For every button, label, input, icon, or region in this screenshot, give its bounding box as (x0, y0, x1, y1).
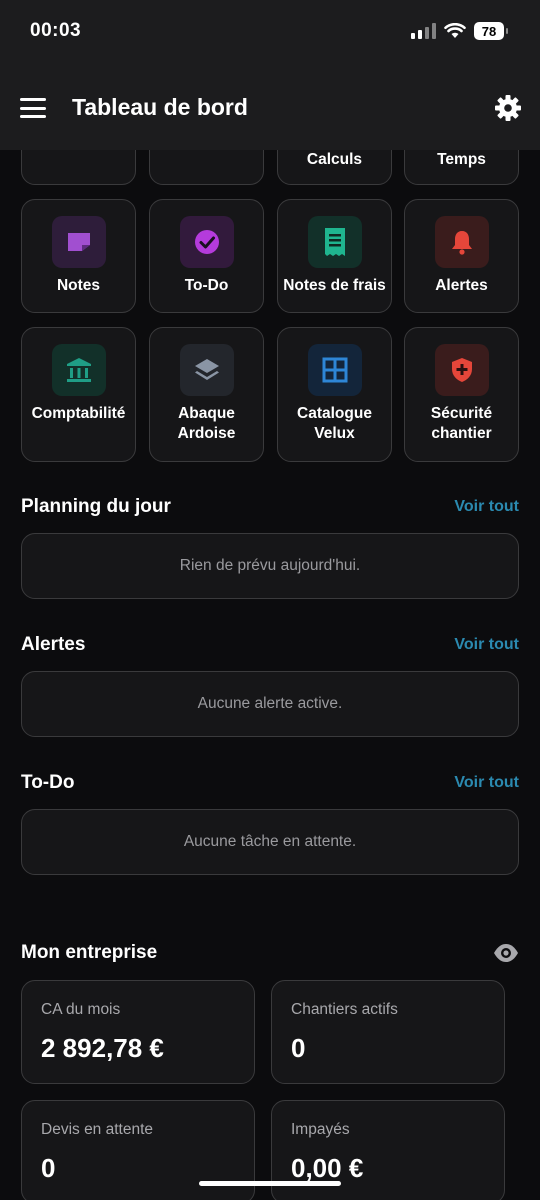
stat-label: CA du mois (41, 1001, 121, 1018)
battery-level: 78 (481, 23, 497, 39)
planning-empty-card: Rien de prévu aujourd'hui. (21, 533, 519, 599)
tile-notes-de-frais[interactable]: Notes de frais (277, 199, 392, 313)
tile-notes[interactable]: Notes (21, 199, 136, 313)
page-title: Tableau de bord (72, 94, 248, 120)
shield-plus-icon (435, 344, 489, 396)
stat-value: 0,00 € (291, 1153, 364, 1183)
tile-label: Catalogue Velux (297, 405, 372, 442)
battery-icon: 78 (474, 22, 508, 40)
stat-label: Impayés (291, 1121, 350, 1138)
planning-empty-text: Rien de prévu aujourd'hui. (179, 557, 361, 574)
tile-label: Temps (437, 151, 486, 168)
app-header: Tableau de bord (0, 80, 540, 136)
layers-icon (180, 344, 234, 396)
tile-securite-chantier[interactable]: Sécurité chantier (404, 327, 519, 462)
tile-abaque-ardoise[interactable]: Abaque Ardoise (149, 327, 264, 462)
dashboard-content: Calculs Temps Notes To-Do Notes de frais… (0, 0, 540, 1200)
todo-empty-text: Aucune tâche en attente. (183, 833, 357, 850)
tile-todo[interactable]: To-Do (149, 199, 264, 313)
tile-label: To-Do (184, 277, 229, 294)
eye-icon[interactable] (493, 942, 519, 964)
alerts-empty-card: Aucune alerte active. (21, 671, 519, 737)
tile-comptabilite[interactable]: Comptabilité (21, 327, 136, 462)
check-circle-icon (180, 216, 234, 268)
tile-label: Sécurité chantier (430, 405, 493, 442)
gear-icon[interactable] (494, 94, 522, 122)
stat-value: 0 (41, 1153, 56, 1183)
stat-card-active-sites[interactable]: Chantiers actifs 0 (271, 980, 505, 1084)
stat-label: Devis en attente (41, 1121, 154, 1138)
status-time: 00:03 (30, 20, 82, 41)
stat-value: 2 892,78 € (41, 1033, 164, 1063)
note-icon (52, 216, 106, 268)
tile-catalogue-velux[interactable]: Catalogue Velux (277, 327, 392, 462)
tile-label: Comptabilité (31, 405, 126, 422)
tile-label: Calculs (306, 151, 363, 168)
home-indicator (199, 1181, 341, 1186)
status-bar: 00:03 78 (0, 0, 540, 64)
window-icon (308, 344, 362, 396)
cellular-signal-icon (411, 23, 436, 39)
section-title-todo: To-Do (21, 772, 75, 793)
todo-empty-card: Aucune tâche en attente. (21, 809, 519, 875)
section-title-planning: Planning du jour (21, 496, 171, 517)
stat-value: 0 (291, 1033, 306, 1063)
status-indicators: 78 (411, 22, 508, 40)
stat-card-revenue[interactable]: CA du mois 2 892,78 € (21, 980, 255, 1084)
tile-alertes[interactable]: Alertes (404, 199, 519, 313)
wifi-icon (444, 23, 466, 38)
stat-label: Chantiers actifs (291, 1001, 398, 1018)
receipt-icon (308, 216, 362, 268)
section-title-alerts: Alertes (21, 634, 86, 655)
alerts-see-all-link[interactable]: Voir tout (454, 636, 519, 654)
todo-see-all-link[interactable]: Voir tout (454, 774, 519, 792)
tile-label: Abaque Ardoise (177, 405, 236, 442)
tile-label: Notes (56, 277, 101, 294)
bank-icon (52, 344, 106, 396)
section-title-company: Mon entreprise (21, 942, 158, 963)
tile-label: Alertes (435, 277, 488, 294)
bell-icon (435, 216, 489, 268)
tile-label: Notes de frais (283, 277, 386, 294)
top-bar: 00:03 78 Tableau de bord (0, 0, 540, 150)
planning-see-all-link[interactable]: Voir tout (454, 498, 519, 516)
hamburger-icon[interactable] (20, 98, 46, 118)
alerts-empty-text: Aucune alerte active. (197, 695, 343, 712)
